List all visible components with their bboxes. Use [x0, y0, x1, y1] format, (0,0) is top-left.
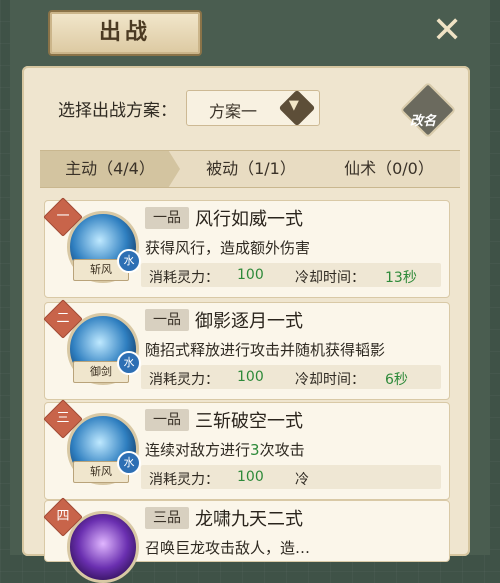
skill-desc: 随招式释放进行攻击并随机获得韬影	[145, 341, 386, 359]
skill-card[interactable]: 四 三品 龙啸九天二式 召唤巨龙攻击敌人，造…	[43, 497, 450, 583]
cooldown-label: 冷却时间：	[295, 270, 365, 286]
close-icon[interactable]: ✕	[432, 13, 462, 49]
skill-desc: 获得风行，造成额外伤害	[145, 239, 311, 257]
water-element-icon: 水	[117, 249, 141, 273]
rename-label: 改名	[410, 114, 437, 129]
skill-card[interactable]: 三 斩风 水 一品 三斩破空一式 连续对敌方进行3次攻击 消耗灵力： 100 冷	[43, 399, 450, 500]
tab-active[interactable]: 主动（4/4）	[40, 151, 180, 187]
chevron-down-icon: ▼	[278, 89, 316, 127]
skill-card[interactable]: 一 斩风 水 一品 风行如威一式 获得风行，造成额外伤害 消耗灵力： 100 冷…	[43, 197, 450, 298]
water-element-icon: 水	[117, 451, 141, 475]
page-title: 出战	[98, 20, 151, 45]
cost-label: 消耗灵力：	[149, 372, 219, 388]
skill-name: 风行如威一式	[195, 209, 303, 230]
cooldown-label-truncated: 冷	[295, 472, 309, 488]
plan-label: 选择出战方案：	[58, 101, 177, 121]
skill-name: 龙啸九天二式	[195, 509, 303, 530]
skill-grade: 三品	[145, 507, 189, 529]
cost-value: 100	[237, 469, 264, 485]
water-element-icon: 水	[117, 351, 141, 375]
cooldown-value: 13秒	[385, 270, 417, 286]
plan-select[interactable]: 方案一 ▼	[186, 89, 320, 127]
plan-select-value: 方案一	[209, 102, 258, 121]
cost-value: 100	[237, 267, 264, 283]
cost-value: 100	[237, 369, 264, 385]
skill-grade: 一品	[145, 409, 189, 431]
skill-card[interactable]: 二 御剑 水 一品 御影逐月一式 随招式释放进行攻击并随机获得韬影 消耗灵力： …	[43, 299, 450, 400]
tab-bar: 主动（4/4） 被动（1/1） 仙术（0/0）	[40, 150, 460, 188]
skill-desc: 连续对敌方进行3次攻击	[145, 441, 305, 459]
tab-passive[interactable]: 被动（1/1）	[186, 151, 316, 187]
skill-grade: 一品	[145, 207, 189, 229]
skill-grade: 一品	[145, 309, 189, 331]
skill-name: 三斩破空一式	[195, 411, 303, 432]
cooldown-value: 6秒	[385, 372, 408, 388]
skill-name: 御影逐月一式	[195, 311, 303, 332]
rename-button[interactable]: 改名	[399, 81, 457, 139]
cost-label: 消耗灵力：	[149, 472, 219, 488]
cooldown-label: 冷却时间：	[295, 372, 365, 388]
title-plaque: 出战	[48, 10, 202, 56]
cost-label: 消耗灵力：	[149, 270, 219, 286]
tab-immortal[interactable]: 仙术（0/0）	[322, 151, 456, 187]
